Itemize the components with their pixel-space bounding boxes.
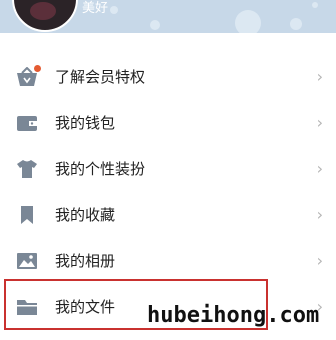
chevron-right-icon: › (316, 251, 323, 270)
watermark: hubeihong.com (147, 303, 320, 328)
notification-dot (33, 64, 42, 73)
decor-dot (150, 20, 160, 30)
menu-item-label: 我的钱包 (55, 114, 116, 132)
menu-item-favorites[interactable]: 我的收藏 › (0, 193, 336, 239)
menu-item-wallet[interactable]: 我的钱包 › (0, 101, 336, 147)
chevron-right-icon: › (316, 159, 323, 178)
menu-item-dressup[interactable]: 我的个性装扮 › (0, 147, 336, 193)
photo-album-icon (17, 253, 37, 269)
decor-dot (312, 2, 318, 8)
decor-dot (110, 6, 118, 14)
tshirt-icon (17, 160, 37, 178)
decor-dot (235, 10, 261, 33)
menu-item-label: 了解会员特权 (55, 68, 146, 86)
user-name: 美好 (82, 1, 109, 16)
wallet-icon (17, 116, 37, 131)
chevron-right-icon: › (316, 67, 323, 86)
chevron-right-icon: › (316, 205, 323, 224)
menu-item-label: 我的相册 (55, 252, 116, 270)
menu-item-label: 我的收藏 (55, 206, 116, 224)
chevron-right-icon: › (316, 113, 323, 132)
bookmark-icon (21, 206, 33, 224)
decor-dot (290, 18, 302, 30)
menu-item-vip[interactable]: 了解会员特权 › (0, 55, 336, 101)
menu-item-label: 我的个性装扮 (55, 160, 146, 178)
